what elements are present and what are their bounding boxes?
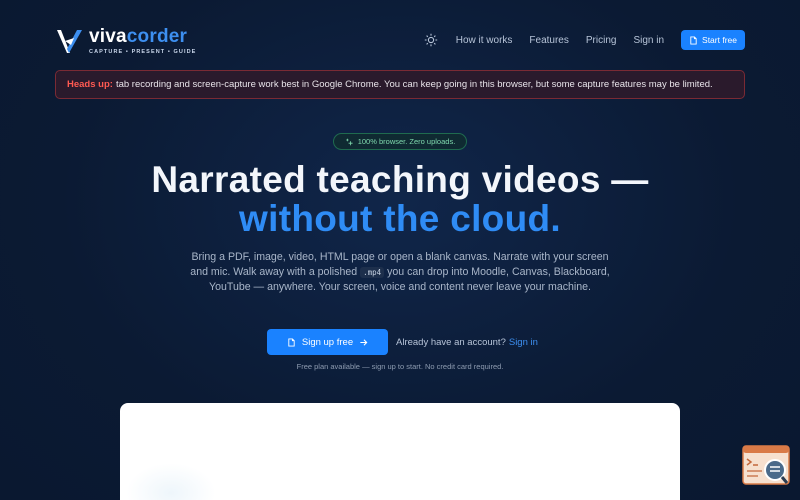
terminal-search-icon[interactable] xyxy=(742,445,790,485)
sun-icon[interactable] xyxy=(424,33,438,47)
feature-badge-text: 100% browser. Zero uploads. xyxy=(357,137,456,146)
brand-logo[interactable]: vivacorder CAPTURE • PRESENT • GUIDE xyxy=(55,27,196,55)
feature-badge: 100% browser. Zero uploads. xyxy=(333,133,467,150)
nav-features[interactable]: Features xyxy=(529,35,568,46)
document-icon xyxy=(288,337,295,347)
alert-text: tab recording and screen-capture work be… xyxy=(115,79,713,90)
mp4-code: .mp4 xyxy=(360,267,385,278)
landing-page: vivacorder CAPTURE • PRESENT • GUIDE How… xyxy=(0,0,800,500)
hero-title-line2: without the cloud. xyxy=(239,198,561,239)
preview-glow xyxy=(126,463,216,500)
nav-pricing[interactable]: Pricing xyxy=(586,35,617,46)
start-free-label: Start free xyxy=(702,35,737,45)
browser-warning-banner: Heads up: tab recording and screen-captu… xyxy=(55,70,745,99)
nav-links: How it works Features Pricing Sign in St… xyxy=(424,30,745,50)
preview-card xyxy=(120,403,680,500)
hero-title-line1: Narrated teaching videos — xyxy=(151,159,649,200)
alert-label: Heads up: xyxy=(67,79,113,90)
cta-row: Sign up free Already have an account? Si… xyxy=(267,329,538,355)
top-nav: vivacorder CAPTURE • PRESENT • GUIDE How… xyxy=(0,0,800,80)
document-icon xyxy=(690,35,697,45)
nav-sign-in[interactable]: Sign in xyxy=(633,35,664,46)
brand-wordmark: vivacorder xyxy=(89,26,188,47)
arrow-right-icon xyxy=(360,338,368,346)
start-free-button[interactable]: Start free xyxy=(681,30,745,50)
hero-description: Bring a PDF, image, video, HTML page or … xyxy=(190,251,610,293)
logo-v-icon xyxy=(57,30,82,53)
free-plan-note: Free plan available — sign up to start. … xyxy=(296,362,504,371)
hero-sign-in-link[interactable]: Sign in xyxy=(509,337,538,348)
sign-up-free-button[interactable]: Sign up free xyxy=(267,329,388,355)
have-account-text: Already have an account? xyxy=(396,336,506,348)
sparkle-icon xyxy=(345,138,353,145)
brand-tagline: CAPTURE • PRESENT • GUIDE xyxy=(89,49,197,55)
nav-how-it-works[interactable]: How it works xyxy=(456,35,513,46)
sign-up-free-label: Sign up free xyxy=(301,336,354,348)
